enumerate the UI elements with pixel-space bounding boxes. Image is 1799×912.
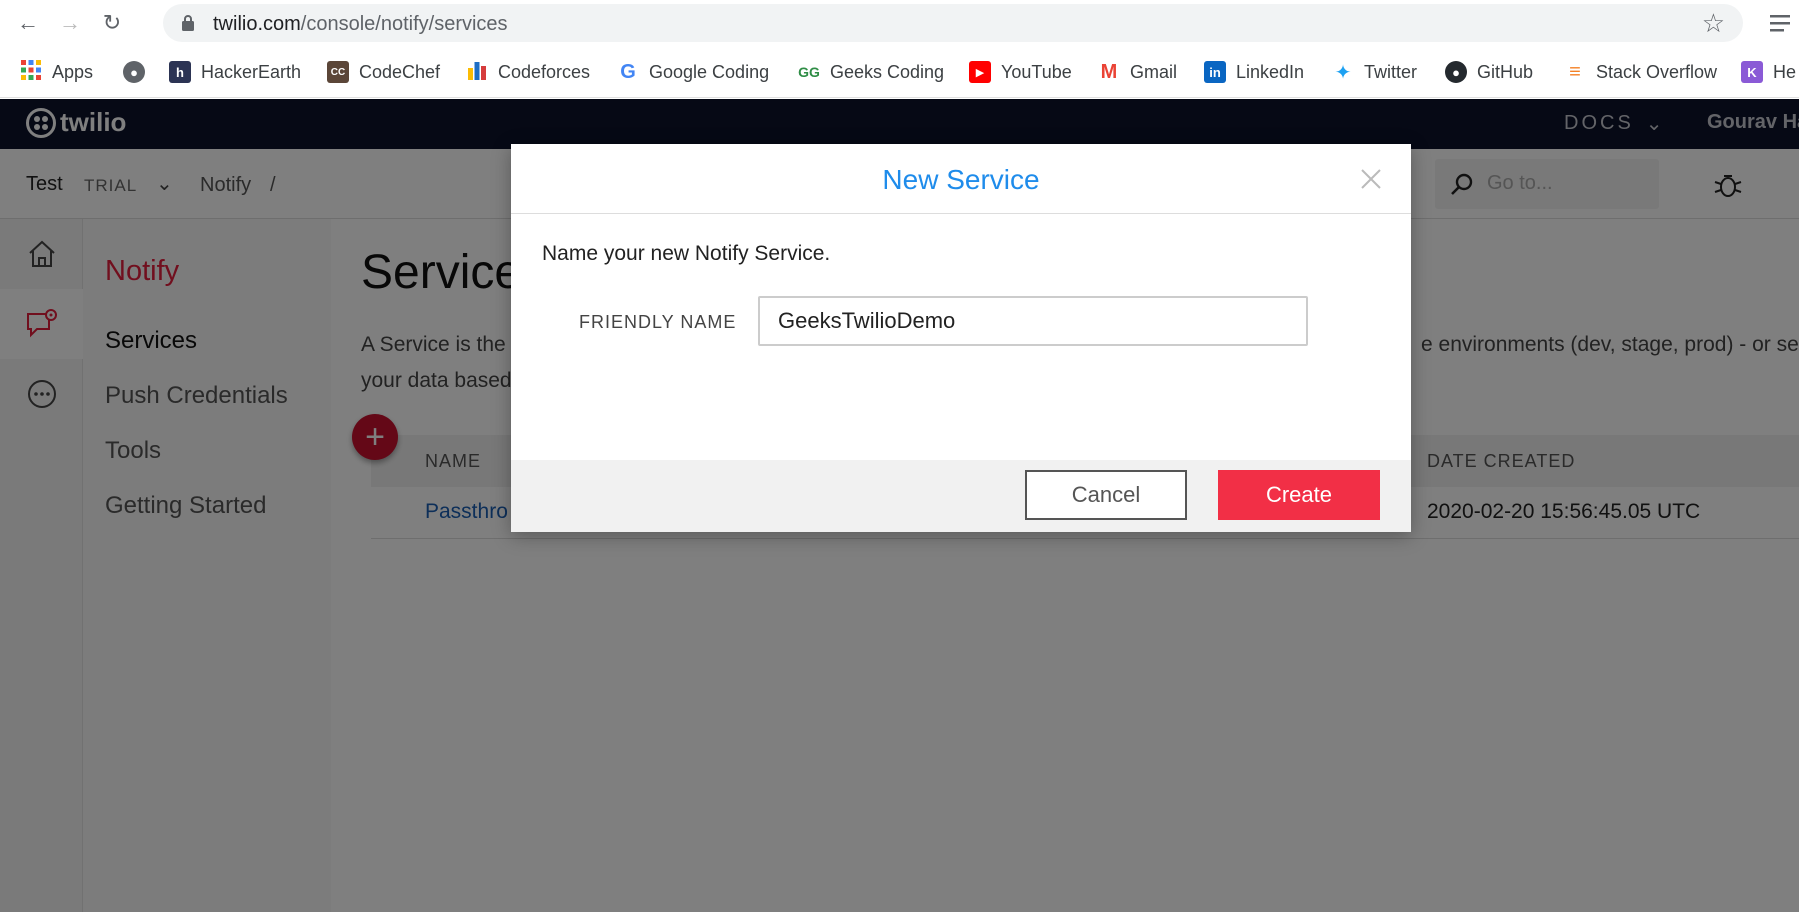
github-icon: ● <box>1445 61 1467 83</box>
apps-grid-icon <box>20 59 42 86</box>
globe-icon: ● <box>123 61 145 83</box>
bookmark-codechef[interactable]: CC CodeChef <box>327 59 440 85</box>
hackerearth-icon: h <box>169 61 191 83</box>
address-bar[interactable]: twilio.com/console/notify/services ☆ <box>163 4 1743 42</box>
browser-toolbar: ← → ↻ twilio.com/console/notify/services… <box>0 0 1799 46</box>
codechef-icon: CC <box>327 61 349 83</box>
bookmark-geeks-coding[interactable]: GG Geeks Coding <box>798 59 944 85</box>
codeforces-icon <box>466 59 488 86</box>
forward-arrow-icon[interactable]: → <box>56 9 84 37</box>
reading-list-icon[interactable] <box>1768 10 1799 36</box>
new-service-modal: New Service Name your new Notify Service… <box>511 144 1411 532</box>
bookmark-youtube[interactable]: ▶ YouTube <box>969 59 1072 85</box>
linkedin-icon: in <box>1204 61 1226 83</box>
cancel-button[interactable]: Cancel <box>1025 470 1187 520</box>
modal-title: New Service <box>882 164 1040 195</box>
gmail-icon: M <box>1100 60 1118 83</box>
friendly-name-input[interactable] <box>758 296 1308 346</box>
reload-icon[interactable]: ↻ <box>98 9 126 37</box>
bookmark-apps[interactable]: Apps <box>20 59 93 85</box>
modal-header: New Service <box>511 144 1411 214</box>
bookmark-google-coding[interactable]: G Google Coding <box>617 59 769 85</box>
back-arrow-icon[interactable]: ← <box>14 9 42 37</box>
bookmark-hackerearth[interactable]: h HackerEarth <box>169 59 301 85</box>
url-text: twilio.com/console/notify/services <box>213 13 508 35</box>
bookmark-gmail[interactable]: M Gmail <box>1098 59 1177 85</box>
youtube-icon: ▶ <box>969 61 991 83</box>
bookmark-github[interactable]: ● GitHub <box>1445 59 1533 85</box>
bookmark-stackoverflow[interactable]: ≡ Stack Overflow <box>1564 59 1717 85</box>
friendly-name-label: FRIENDLY NAME <box>579 312 737 332</box>
bookmark-he[interactable]: K He <box>1741 59 1796 85</box>
bookmarks-bar: Apps ● h HackerEarth CC CodeChef Codefor… <box>0 46 1799 98</box>
lock-icon <box>182 15 194 31</box>
bookmark-linkedin[interactable]: in LinkedIn <box>1204 59 1304 85</box>
close-icon[interactable] <box>1356 164 1386 194</box>
modal-prompt: Name your new Notify Service. <box>542 242 831 265</box>
bookmark-globe[interactable]: ● <box>123 59 145 85</box>
bookmark-star-icon[interactable]: ☆ <box>1702 8 1725 39</box>
bookmark-k-icon: K <box>1741 61 1763 83</box>
bookmark-twitter[interactable]: ✦ Twitter <box>1332 59 1417 85</box>
stackoverflow-icon: ≡ <box>1569 60 1581 83</box>
bookmark-codeforces[interactable]: Codeforces <box>466 59 590 85</box>
twitter-icon: ✦ <box>1334 61 1352 84</box>
create-button[interactable]: Create <box>1218 470 1380 520</box>
geeksforgeeks-icon: GG <box>798 64 820 80</box>
google-icon: G <box>620 60 636 83</box>
